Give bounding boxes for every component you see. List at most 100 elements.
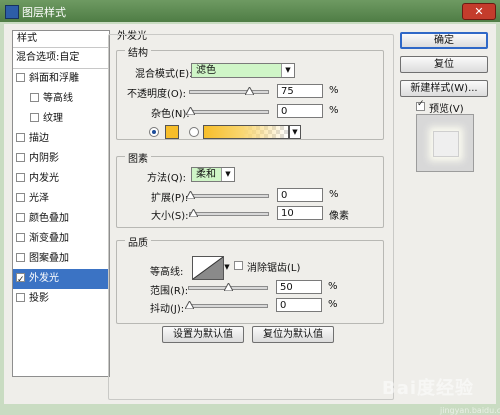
solid-color-radio[interactable] — [149, 127, 159, 137]
style-item[interactable]: 外发光 — [13, 269, 109, 290]
contour-curve-icon — [192, 256, 224, 280]
preview-thumbnail — [433, 131, 459, 157]
style-item-checkbox[interactable] — [16, 212, 25, 222]
chevron-down-icon: ▼ — [221, 168, 234, 181]
jitter-input[interactable]: 0 — [276, 298, 322, 312]
glow-color-swatch[interactable] — [165, 125, 179, 139]
opacity-slider[interactable] — [189, 87, 269, 95]
style-preview — [416, 114, 474, 172]
style-item-label: 描边 — [29, 133, 49, 144]
range-slider[interactable] — [188, 283, 268, 291]
quality-legend: 品质 — [125, 234, 151, 249]
new-style-button[interactable]: 新建样式(W)... — [400, 80, 488, 97]
style-item-checkbox[interactable] — [16, 270, 25, 290]
style-item-checkbox[interactable] — [16, 232, 25, 242]
antialias-checkbox[interactable] — [234, 261, 243, 270]
reset-default-button[interactable]: 复位为默认值 — [252, 326, 334, 343]
blend-options-item[interactable]: 混合选项:自定 — [13, 48, 109, 69]
style-item-label: 外发光 — [29, 273, 59, 284]
gradient-picker-chevron-icon[interactable]: ▼ — [289, 125, 301, 139]
blend-mode-select[interactable]: 滤色 ▼ — [191, 63, 295, 78]
style-item-checkbox[interactable] — [16, 192, 25, 202]
style-item[interactable]: 颜色叠加 — [13, 209, 109, 229]
opacity-unit: % — [329, 85, 339, 96]
jitter-label: 抖动(J): — [150, 304, 185, 315]
contour-label: 等高线: — [150, 267, 184, 278]
spread-slider[interactable] — [186, 191, 269, 199]
style-item-label: 等高线 — [43, 93, 73, 104]
slider-thumb-icon[interactable] — [186, 107, 195, 115]
style-item-checkbox[interactable] — [16, 132, 25, 142]
style-item-label: 渐变叠加 — [29, 233, 69, 244]
size-input[interactable]: 10 — [277, 206, 323, 220]
technique-value: 柔和 — [196, 169, 216, 180]
range-input[interactable]: 50 — [276, 280, 322, 294]
style-item[interactable]: 图案叠加 — [13, 249, 109, 269]
style-item-checkbox[interactable] — [16, 292, 25, 302]
size-label: 大小(S): — [151, 211, 189, 222]
structure-legend: 结构 — [125, 44, 151, 59]
style-item-label: 颜色叠加 — [29, 213, 69, 224]
dialog-body: 样式 混合选项:自定 斜面和浮雕 等高线 纹理 描边 内阴影 内发光 光泽 颜色叠加 渐变叠加图… — [4, 24, 500, 415]
spread-input[interactable]: 0 — [277, 188, 323, 202]
spread-label: 扩展(P): — [151, 193, 189, 204]
style-item[interactable]: 纹理 — [13, 109, 109, 129]
style-item-checkbox[interactable] — [16, 72, 25, 82]
style-item[interactable]: 等高线 — [13, 89, 109, 109]
style-item-checkbox[interactable] — [16, 172, 25, 182]
style-item-checkbox[interactable] — [16, 252, 25, 262]
opacity-input[interactable]: 75 — [277, 84, 323, 98]
app-icon — [5, 5, 19, 19]
technique-label: 方法(Q): — [147, 173, 187, 184]
noise-unit: % — [329, 105, 339, 116]
chevron-down-icon: ▼ — [281, 64, 294, 77]
set-default-button[interactable]: 设置为默认值 — [162, 326, 244, 343]
style-item-checkbox[interactable] — [16, 152, 25, 162]
title-bar: 图层样式 ✕ — [0, 0, 500, 22]
style-item[interactable]: 光泽 — [13, 189, 109, 209]
style-item-checkbox[interactable] — [30, 112, 39, 122]
gradient-radio[interactable] — [189, 127, 199, 137]
styles-header[interactable]: 样式 — [13, 31, 109, 48]
window-title: 图层样式 — [22, 6, 66, 19]
elements-legend: 图素 — [125, 150, 151, 165]
blend-mode-value: 滤色 — [196, 65, 216, 76]
jitter-slider[interactable] — [185, 301, 268, 309]
range-label: 范围(R): — [150, 286, 189, 297]
antialias-label: 消除锯齿(L) — [247, 263, 301, 274]
slider-thumb-icon[interactable] — [185, 301, 194, 309]
style-item[interactable]: 描边 — [13, 129, 109, 149]
close-button[interactable]: ✕ — [462, 3, 496, 20]
slider-thumb-icon[interactable] — [186, 191, 195, 199]
contour-chevron-icon[interactable]: ▼ — [223, 256, 231, 278]
style-item[interactable]: 渐变叠加 — [13, 229, 109, 249]
style-item-checkbox[interactable] — [30, 92, 39, 102]
structure-group: 结构 混合模式(E): 滤色 ▼ 不透明度(O): 75 % 杂色(N): 0 … — [116, 44, 384, 140]
size-slider[interactable] — [189, 209, 269, 217]
noise-slider[interactable] — [186, 107, 269, 115]
technique-select[interactable]: 柔和 ▼ — [191, 167, 235, 182]
contour-picker[interactable] — [192, 256, 224, 280]
glow-gradient-swatch[interactable] — [203, 125, 289, 139]
noise-label: 杂色(N): — [151, 109, 190, 120]
noise-input[interactable]: 0 — [277, 104, 323, 118]
slider-thumb-icon[interactable] — [224, 283, 233, 291]
style-item-label: 投影 — [29, 293, 49, 304]
reset-button[interactable]: 复位 — [400, 56, 488, 73]
slider-thumb-icon[interactable] — [244, 87, 254, 95]
style-item[interactable]: 斜面和浮雕 — [13, 69, 109, 89]
styles-list: 样式 混合选项:自定 斜面和浮雕等高线纹理描边内阴影内发光光泽颜色叠加渐变叠加图… — [12, 30, 110, 377]
preview-checkbox[interactable] — [416, 99, 425, 111]
style-item-label: 内阴影 — [29, 153, 59, 164]
preview-label: 预览(V) — [429, 104, 464, 115]
style-item[interactable]: 内阴影 — [13, 149, 109, 169]
elements-group: 图素 方法(Q): 柔和 ▼ 扩展(P): 0 % 大小(S): 10 像素 — [116, 150, 384, 228]
style-item-label: 光泽 — [29, 193, 49, 204]
spread-unit: % — [329, 189, 339, 200]
style-item[interactable]: 内发光 — [13, 169, 109, 189]
watermark-url: jingyan.baidu.com — [440, 406, 500, 415]
style-item[interactable]: 投影 — [13, 289, 109, 309]
ok-button[interactable]: 确定 — [400, 32, 488, 49]
opacity-label: 不透明度(O): — [127, 89, 187, 100]
slider-thumb-icon[interactable] — [189, 209, 199, 217]
